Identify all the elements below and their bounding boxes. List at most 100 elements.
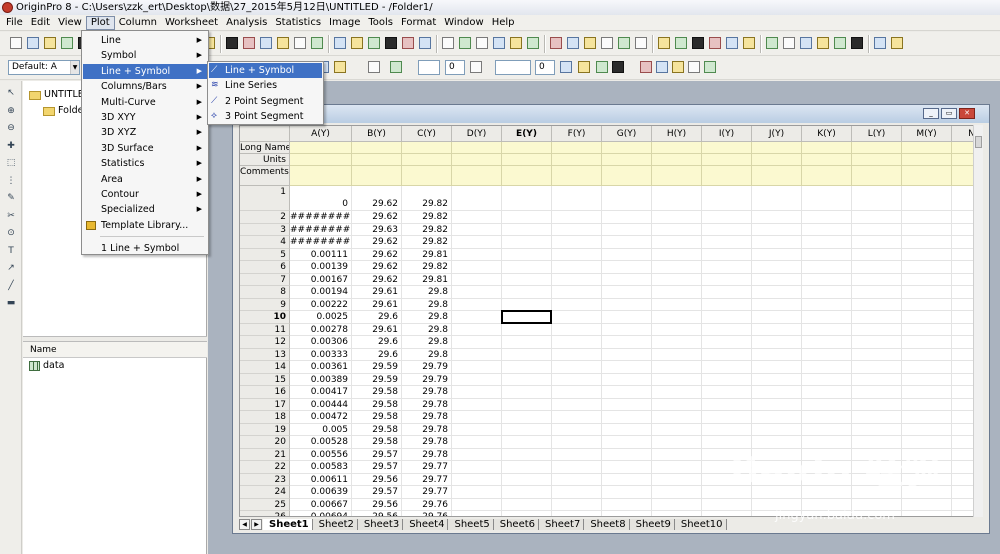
- table-cell[interactable]: [602, 336, 652, 349]
- toolbar-button-icon[interactable]: [601, 37, 613, 49]
- table-cell[interactable]: [902, 223, 952, 236]
- format-button-icon[interactable]: [560, 61, 572, 73]
- table-cell[interactable]: [802, 348, 852, 361]
- meta-cell[interactable]: [602, 142, 652, 154]
- table-cell[interactable]: 0.00111: [290, 248, 352, 261]
- sheet-tab-sheet8[interactable]: Sheet8: [584, 519, 630, 530]
- table-cell[interactable]: [652, 498, 702, 511]
- table-cell[interactable]: [652, 186, 702, 211]
- table-cell[interactable]: [852, 386, 902, 399]
- table-cell[interactable]: [752, 223, 802, 236]
- row-header[interactable]: 7: [240, 273, 290, 286]
- toolbar-button-icon[interactable]: [527, 37, 539, 49]
- table-cell[interactable]: [852, 411, 902, 424]
- table-cell[interactable]: [852, 261, 902, 274]
- table-cell[interactable]: 29.63: [352, 223, 402, 236]
- toolbar-button-icon[interactable]: [44, 37, 56, 49]
- table-cell[interactable]: [452, 261, 502, 274]
- close-icon[interactable]: ✕: [959, 108, 975, 119]
- table-cell[interactable]: [502, 373, 552, 386]
- plot-menu-item[interactable]: Line ▶: [83, 33, 207, 48]
- table-cell[interactable]: [702, 286, 752, 299]
- row-header[interactable]: 22: [240, 461, 290, 474]
- table-cell[interactable]: [902, 286, 952, 299]
- row-header[interactable]: 9: [240, 298, 290, 311]
- meta-cell[interactable]: [752, 154, 802, 166]
- table-cell[interactable]: [702, 311, 752, 324]
- meta-cell[interactable]: [852, 154, 902, 166]
- table-cell[interactable]: 29.79: [402, 373, 452, 386]
- menu-window[interactable]: Window: [440, 16, 487, 30]
- table-cell[interactable]: [502, 498, 552, 511]
- draw-data-tool-icon[interactable]: ✎: [4, 192, 18, 204]
- table-cell[interactable]: 29.61: [352, 298, 402, 311]
- row-header[interactable]: 19: [240, 423, 290, 436]
- table-cell[interactable]: [852, 361, 902, 374]
- table-cell[interactable]: [702, 423, 752, 436]
- table-cell[interactable]: 29.8: [402, 311, 452, 324]
- table-cell[interactable]: 29.57: [352, 461, 402, 474]
- table-cell[interactable]: [752, 361, 802, 374]
- menu-column[interactable]: Column: [115, 16, 161, 30]
- table-cell[interactable]: 0.00333: [290, 348, 352, 361]
- column-header[interactable]: L(Y): [852, 126, 902, 142]
- meta-cell[interactable]: [852, 142, 902, 154]
- toolbar-button-icon[interactable]: [311, 37, 323, 49]
- table-cell[interactable]: 29.62: [352, 186, 402, 211]
- table-cell[interactable]: [902, 336, 952, 349]
- meta-cell[interactable]: [702, 142, 752, 154]
- table-cell[interactable]: 29.58: [352, 411, 402, 424]
- table-cell[interactable]: 0.00528: [290, 436, 352, 449]
- meta-cell[interactable]: [702, 154, 752, 166]
- table-cell[interactable]: [502, 273, 552, 286]
- table-cell[interactable]: [752, 186, 802, 211]
- style-combo[interactable]: Default: A ▼: [8, 60, 80, 75]
- table-cell[interactable]: [902, 436, 952, 449]
- table-cell[interactable]: [652, 211, 702, 224]
- table-cell[interactable]: [752, 323, 802, 336]
- table-cell[interactable]: [452, 286, 502, 299]
- table-cell[interactable]: [652, 461, 702, 474]
- table-cell[interactable]: [502, 423, 552, 436]
- tab-next-icon[interactable]: ▶: [251, 519, 262, 530]
- table-cell[interactable]: [752, 298, 802, 311]
- table-cell[interactable]: [702, 411, 752, 424]
- table-cell[interactable]: [902, 386, 952, 399]
- format-button-icon[interactable]: [640, 61, 652, 73]
- table-cell[interactable]: [752, 286, 802, 299]
- table-cell[interactable]: [852, 436, 902, 449]
- toolbar-button-icon[interactable]: [419, 37, 431, 49]
- column-header[interactable]: A(Y): [290, 126, 352, 142]
- table-cell[interactable]: [502, 461, 552, 474]
- meta-cell[interactable]: [902, 166, 952, 186]
- table-cell[interactable]: [802, 248, 852, 261]
- table-cell[interactable]: [752, 273, 802, 286]
- meta-cell[interactable]: [852, 166, 902, 186]
- table-cell[interactable]: [602, 348, 652, 361]
- table-cell[interactable]: [652, 336, 702, 349]
- table-cell[interactable]: [502, 436, 552, 449]
- meta-cell[interactable]: [402, 154, 452, 166]
- table-cell[interactable]: [552, 373, 602, 386]
- table-cell[interactable]: [902, 373, 952, 386]
- toolbar-button-icon[interactable]: [243, 37, 255, 49]
- table-cell[interactable]: [602, 398, 652, 411]
- table-cell[interactable]: [502, 236, 552, 249]
- plot-menu-item[interactable]: Statistics ▶: [83, 156, 207, 171]
- table-cell[interactable]: 29.82: [402, 211, 452, 224]
- table-cell[interactable]: [602, 473, 652, 486]
- table-cell[interactable]: [452, 448, 502, 461]
- table-cell[interactable]: 0.00417: [290, 386, 352, 399]
- sheet-tab-sheet5[interactable]: Sheet5: [448, 519, 494, 530]
- table-cell[interactable]: [452, 473, 502, 486]
- table-cell[interactable]: [702, 386, 752, 399]
- table-cell[interactable]: [902, 261, 952, 274]
- row-header[interactable]: 4: [240, 236, 290, 249]
- plot-menu-item[interactable]: Specialized ▶: [83, 202, 207, 217]
- table-cell[interactable]: 0.00306: [290, 336, 352, 349]
- table-cell[interactable]: [702, 323, 752, 336]
- table-cell[interactable]: [902, 211, 952, 224]
- table-cell[interactable]: 0.00639: [290, 486, 352, 499]
- table-cell[interactable]: [652, 486, 702, 499]
- table-cell[interactable]: [452, 411, 502, 424]
